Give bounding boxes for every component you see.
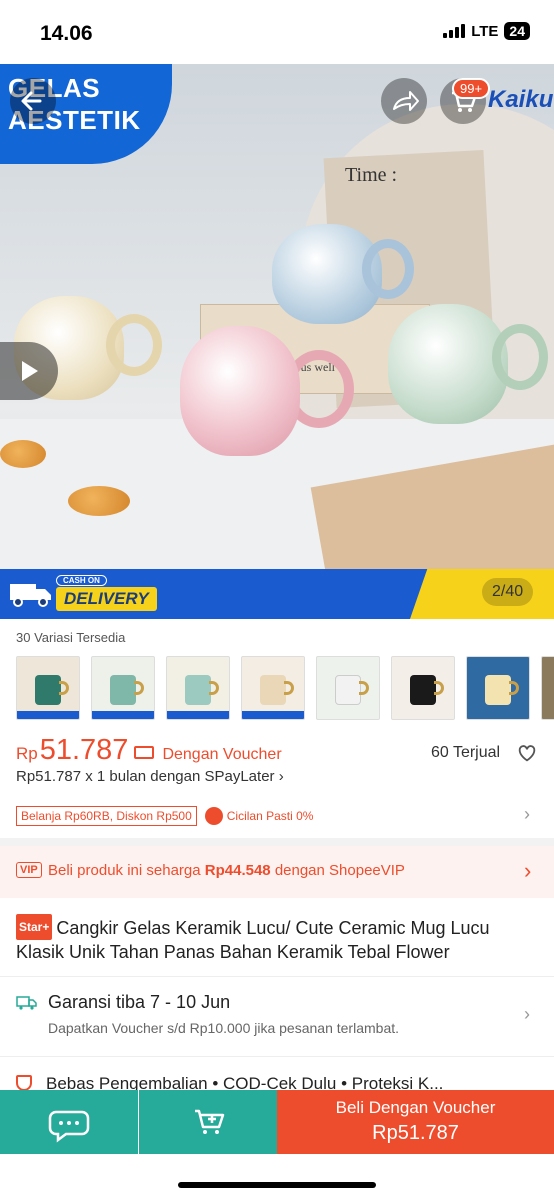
signal-icon <box>443 24 466 38</box>
separator-line <box>0 976 554 977</box>
share-button[interactable] <box>381 78 427 124</box>
heart-icon[interactable] <box>516 742 538 764</box>
check-icon <box>204 807 223 825</box>
variants-label: 30 Variasi Tersedia <box>16 630 126 645</box>
chevron-right-icon[interactable]: › <box>524 804 530 825</box>
promo-row[interactable]: Belanja Rp60RB, Diskon Rp500 Cicilan Pas… <box>16 806 313 826</box>
chat-icon <box>48 1110 90 1143</box>
variant-thumb[interactable] <box>166 656 230 720</box>
play-video-button[interactable] <box>0 342 58 400</box>
chevron-right-icon[interactable]: › <box>524 1004 530 1025</box>
variant-cup <box>260 675 286 705</box>
variant-thumb[interactable] <box>16 656 80 720</box>
price-row: Rp 51.787 Dengan Voucher <box>16 734 282 767</box>
vip-text: Beli produk ini seharga Rp44.548 dengan … <box>48 862 405 879</box>
vip-text-before: Beli produk ini seharga <box>48 862 201 879</box>
status-indicators: LTE 24 <box>443 22 530 40</box>
play-icon <box>22 361 38 381</box>
product-title: Star+ Cangkir Gelas Keramik Lucu/ Cute Ce… <box>16 914 540 964</box>
variant-bar <box>92 711 154 719</box>
mug-green-handle <box>492 324 548 390</box>
variant-handle <box>134 681 144 695</box>
cookie <box>0 440 46 468</box>
status-time: 14.06 <box>40 22 93 45</box>
bottom-action-bar: Beli Dengan Voucher Rp51.787 <box>0 1090 554 1154</box>
mug-cream-handle <box>106 314 162 376</box>
add-to-cart-button[interactable] <box>139 1090 277 1154</box>
chat-button[interactable] <box>0 1090 138 1154</box>
variant-cup <box>410 675 436 705</box>
guarantee-subtitle: Dapatkan Voucher s/d Rp10.000 jika pesan… <box>48 1020 400 1036</box>
variant-thumbnails <box>16 656 554 720</box>
section-divider <box>0 838 554 846</box>
brand-logo: Kaiku <box>488 86 554 113</box>
separator-line <box>0 1056 554 1057</box>
sold-count: 60 Terjual <box>431 744 501 761</box>
mug-green <box>388 304 508 424</box>
product-title-text: Cangkir Gelas Keramik Lucu/ Cute Ceramic… <box>16 918 490 962</box>
variant-thumb[interactable] <box>91 656 155 720</box>
variant-cup <box>485 675 511 705</box>
variant-thumb[interactable] <box>466 656 530 720</box>
variant-handle <box>359 681 369 695</box>
cod-label: CASH ON <box>56 575 107 586</box>
battery-icon: 24 <box>504 22 530 40</box>
delivery-label: DELIVERY <box>56 587 157 611</box>
cookie <box>68 486 130 516</box>
installment-tag: Cicilan Pasti 0% <box>204 807 314 825</box>
price-value: 51.787 <box>39 734 129 766</box>
vip-amount: Rp44.548 <box>204 862 271 879</box>
variant-thumb[interactable] <box>541 656 554 720</box>
truck-icon <box>16 996 37 1010</box>
variant-handle <box>434 681 444 695</box>
spaylater-text: Rp51.787 x 1 bulan dengan SPayLater <box>16 768 275 785</box>
image-counter: 2/40 <box>482 578 534 606</box>
truck-icon <box>10 584 51 607</box>
installment-text: Cicilan Pasti 0% <box>226 809 314 823</box>
variant-thumb[interactable] <box>241 656 305 720</box>
vip-text-after: dengan ShopeeVIP <box>274 862 405 879</box>
board-text: Time : <box>345 164 398 186</box>
spaylater-link[interactable]: Rp51.787 x 1 bulan dengan SPayLater › <box>16 768 284 785</box>
star-plus-tag: Star+ <box>16 914 53 940</box>
voucher-text: Dengan Voucher <box>162 746 282 763</box>
back-button[interactable] <box>10 78 56 124</box>
variant-thumb[interactable] <box>316 656 380 720</box>
discount-tag: Belanja Rp60RB, Diskon Rp500 <box>16 806 197 826</box>
variant-handle <box>209 681 219 695</box>
vip-offer-row[interactable]: VIP Beli produk ini seharga Rp44.548 den… <box>0 846 554 898</box>
network-label: LTE <box>471 22 499 40</box>
buy-with-voucher-button[interactable]: Beli Dengan Voucher Rp51.787 <box>277 1090 554 1154</box>
chevron-right-icon: › <box>524 858 532 883</box>
price-currency: Rp <box>16 744 38 763</box>
guarantee-title: Garansi tiba 7 - 10 Jun <box>48 992 231 1012</box>
variant-handle <box>59 681 69 695</box>
variant-cup <box>335 675 361 705</box>
add-to-cart-icon <box>195 1109 225 1134</box>
variant-cup <box>110 675 136 705</box>
chevron-right-icon: › <box>278 768 284 785</box>
buy-button-price: Rp51.787 <box>372 1122 459 1144</box>
cart-count-badge: 99+ <box>452 78 491 99</box>
variant-thumb[interactable] <box>391 656 455 720</box>
variant-handle <box>284 681 294 695</box>
mug-blue-handle <box>362 239 414 299</box>
cod-delivery-banner: CASH ON DELIVERY <box>0 569 554 619</box>
variant-bar <box>242 711 304 719</box>
shield-icon <box>16 1075 32 1091</box>
product-image-carousel[interactable]: Time : Gus well GELAS AESTETIK 99+ Kaiku… <box>0 64 554 619</box>
vip-badge: VIP <box>16 862 42 878</box>
status-bar: 14.06 LTE 24 <box>0 0 554 64</box>
variant-cup <box>35 675 61 705</box>
variant-bar <box>17 711 79 719</box>
buy-button-label: Beli Dengan Voucher <box>335 1098 496 1117</box>
voucher-icon <box>134 746 155 759</box>
share-icon <box>393 91 419 111</box>
variant-cup <box>185 675 211 705</box>
back-arrow-icon <box>21 91 42 111</box>
variant-bar <box>167 711 229 719</box>
variant-handle <box>509 681 519 695</box>
mug-pink <box>180 326 300 456</box>
home-indicator <box>178 1182 376 1188</box>
